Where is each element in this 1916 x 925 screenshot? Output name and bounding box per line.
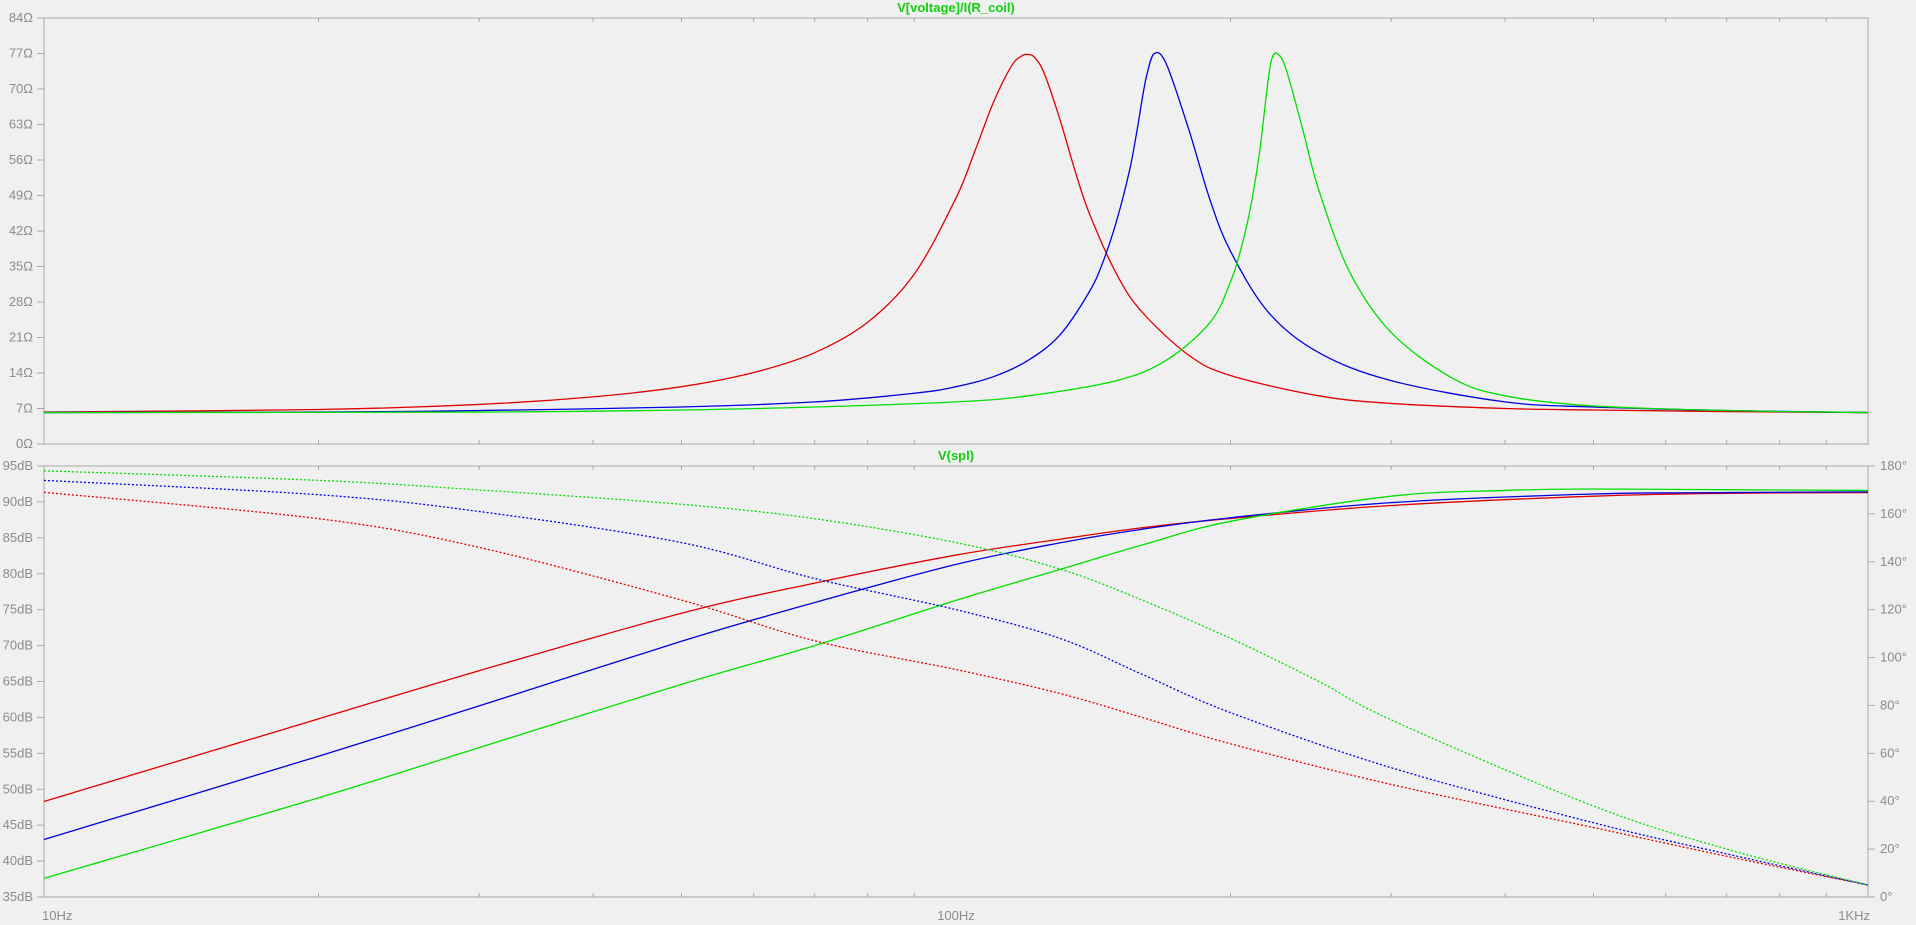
spl-y-tick-label: 35dB bbox=[3, 889, 33, 904]
impedance-y-tick-label: 7Ω bbox=[16, 401, 33, 416]
impedance-y-tick-label: 14Ω bbox=[9, 365, 33, 380]
impedance-y-tick-label: 56Ω bbox=[9, 152, 33, 167]
phase-y-tick-label: 80° bbox=[1880, 697, 1900, 712]
spl-y-tick-label: 55dB bbox=[3, 745, 33, 760]
impedance-y-tick-label: 21Ω bbox=[9, 330, 33, 345]
spl-y-tick-label: 95dB bbox=[3, 458, 33, 473]
impedance-y-tick-label: 77Ω bbox=[9, 46, 33, 61]
impedance-y-tick-label: 28Ω bbox=[9, 294, 33, 309]
phase-y-tick-label: 0° bbox=[1880, 889, 1892, 904]
impedance-pane-title: V[voltage]/I(R_coil) bbox=[897, 0, 1015, 15]
impedance-y-tick-label: 84Ω bbox=[9, 10, 33, 25]
phase-y-tick-label: 40° bbox=[1880, 793, 1900, 808]
spl-y-tick-label: 60dB bbox=[3, 709, 33, 724]
dual-pane-plot: V[voltage]/I(R_coil) 0Ω 7Ω 14Ω 21Ω 28Ω 35Ω 42Ω… bbox=[0, 0, 1916, 925]
phase-y-tick-label: 100° bbox=[1880, 650, 1907, 665]
phase-y-tick-label: 120° bbox=[1880, 602, 1907, 617]
phase-y-tick-label: 60° bbox=[1880, 745, 1900, 760]
phase-y-tick-label: 20° bbox=[1880, 841, 1900, 856]
spl-y-tick-label: 85dB bbox=[3, 530, 33, 545]
x-tick-label: 10Hz bbox=[42, 908, 72, 923]
spl-y-tick-label: 50dB bbox=[3, 781, 33, 796]
spl-y-tick-label: 40dB bbox=[3, 853, 33, 868]
x-tick-label: 1KHz bbox=[1838, 908, 1870, 923]
spl-pane-title: V(spl) bbox=[938, 448, 974, 463]
spl-y-tick-label: 45dB bbox=[3, 817, 33, 832]
spl-y-tick-label: 70dB bbox=[3, 638, 33, 653]
x-tick-label: 100Hz bbox=[937, 908, 975, 923]
phase-y-tick-label: 140° bbox=[1880, 554, 1907, 569]
impedance-y-tick-label: 0Ω bbox=[16, 436, 33, 451]
spl-y-tick-label: 65dB bbox=[3, 674, 33, 689]
impedance-y-tick-label: 49Ω bbox=[9, 188, 33, 203]
impedance-y-tick-label: 63Ω bbox=[9, 117, 33, 132]
phase-y-tick-label: 160° bbox=[1880, 506, 1907, 521]
impedance-y-tick-label: 42Ω bbox=[9, 223, 33, 238]
impedance-y-tick-label: 35Ω bbox=[9, 259, 33, 274]
spl-y-tick-label: 80dB bbox=[3, 566, 33, 581]
impedance-y-tick-label: 70Ω bbox=[9, 81, 33, 96]
spl-y-tick-label: 75dB bbox=[3, 602, 33, 617]
phase-y-tick-label: 180° bbox=[1880, 458, 1907, 473]
spl-y-tick-label: 90dB bbox=[3, 494, 33, 509]
